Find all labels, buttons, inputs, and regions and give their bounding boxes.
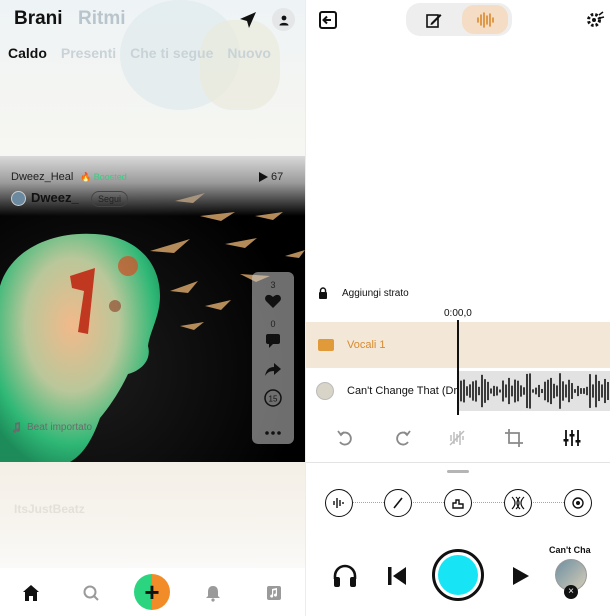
fx-reverb-button[interactable]: [504, 489, 532, 517]
like-count: 3: [270, 280, 276, 290]
timecode: 0:00,0: [444, 308, 472, 319]
redo-icon[interactable]: [393, 428, 413, 448]
track-label: Can't Change That (Dr...: [347, 385, 466, 397]
tab-che-ti-segue[interactable]: Che ti segue: [130, 45, 213, 61]
fx-autotune-button[interactable]: [384, 489, 412, 517]
boosted-label: Boosted: [93, 172, 127, 182]
track-waveform[interactable]: [459, 371, 610, 411]
play-icon: [259, 172, 268, 182]
close-icon[interactable]: ×: [564, 585, 578, 599]
feed-tabs: Caldo Presenti Che ti segue Nuovo: [8, 45, 271, 61]
fx-eq-button[interactable]: [325, 489, 353, 517]
background-blob: [200, 20, 280, 110]
undo-icon[interactable]: [335, 428, 355, 448]
studio-pane: Aggiungi strato 0:00,0 Vocali 1 Can't Ch…: [305, 0, 610, 616]
play-count-value: 67: [271, 171, 284, 183]
tab-brani[interactable]: Brani: [14, 8, 63, 30]
add-layer-label: Aggiungi strato: [342, 287, 409, 299]
record-icon: [438, 555, 478, 595]
home-icon: [23, 585, 39, 601]
edit-toolbar: [306, 428, 610, 450]
search-icon: [83, 585, 99, 601]
now-playing-title: Can't Cha: [549, 545, 591, 555]
avatar[interactable]: [11, 191, 26, 206]
share-icon[interactable]: [264, 360, 282, 378]
audio-mode-button[interactable]: [462, 5, 508, 34]
bottom-nav: +: [0, 568, 305, 616]
plus-icon: +: [144, 577, 160, 607]
library-icon: [267, 586, 281, 600]
comment-icon[interactable]: [264, 331, 282, 349]
next-post-artist: ItsJustBeatz: [14, 502, 85, 516]
music-note-icon: [12, 422, 21, 433]
transport-bar: ×: [306, 549, 610, 609]
fx-sheet: × Can't Cha: [306, 462, 610, 616]
bell-icon: [206, 586, 220, 602]
target-icon: [572, 497, 584, 509]
track-avatar: [316, 382, 334, 400]
equalizer-icon: [333, 498, 344, 508]
fx-output-button[interactable]: [564, 489, 592, 517]
send-icon[interactable]: [238, 10, 258, 30]
skip-back-icon[interactable]: [384, 563, 410, 589]
waveform-graphic: [460, 373, 609, 409]
sheet-handle[interactable]: [447, 470, 469, 473]
lock-icon: [319, 287, 327, 299]
nav-notifications[interactable]: [202, 582, 224, 604]
beat-label-text: Beat importato: [27, 422, 93, 433]
fx-compressor-button[interactable]: [444, 489, 472, 517]
add-layer-button[interactable]: Aggiungi strato: [318, 287, 409, 299]
headphones-icon[interactable]: [332, 563, 358, 589]
tab-presenti[interactable]: Presenti: [61, 45, 116, 61]
mode-switch: [406, 3, 512, 36]
boosted-badge: 🔥 Boosted: [80, 172, 127, 182]
lyrics-mode-button[interactable]: [416, 9, 452, 31]
nav-home[interactable]: [20, 582, 42, 604]
reverb-icon: [511, 496, 525, 510]
tab-nuovo[interactable]: Nuovo: [227, 45, 271, 61]
beat-label: Beat importato: [12, 422, 92, 433]
remix-icon[interactable]: 15: [263, 388, 283, 408]
tab-ritmi[interactable]: Ritmi: [78, 8, 126, 30]
feed-pane: Brani Ritmi Caldo Presenti Che ti segue …: [0, 0, 305, 616]
play-count: 67: [259, 171, 283, 183]
post-card[interactable]: Dweez_Heal 🔥 Boosted 67 Dweez_ Segui 3 0: [0, 156, 305, 462]
slash-icon: [393, 497, 403, 509]
post-display-name[interactable]: Dweez_: [31, 190, 79, 205]
remix-count: 15: [269, 395, 278, 404]
playhead[interactable]: [457, 320, 459, 415]
tape-icon: [318, 339, 334, 351]
play-icon[interactable]: [507, 563, 533, 589]
split-icon[interactable]: [447, 428, 467, 448]
heart-icon[interactable]: [264, 292, 282, 310]
action-rail: 3 0 15: [252, 272, 294, 444]
waveform-icon: [477, 11, 494, 28]
pen-icon: [426, 14, 442, 28]
gear-icon[interactable]: [585, 10, 605, 30]
profile-button[interactable]: [272, 8, 295, 31]
track-label: Vocali 1: [347, 339, 386, 351]
record-button[interactable]: [432, 549, 484, 601]
create-button[interactable]: +: [134, 574, 170, 610]
more-icon[interactable]: [264, 424, 282, 442]
nav-library[interactable]: [263, 582, 285, 604]
exit-icon[interactable]: [318, 10, 338, 30]
post-username[interactable]: Dweez_Heal: [11, 171, 73, 183]
comment-count: 0: [270, 319, 276, 329]
nav-search[interactable]: [80, 582, 102, 604]
mixer-icon[interactable]: [562, 428, 582, 448]
post-header: [0, 156, 305, 216]
follow-button[interactable]: Segui: [91, 191, 129, 207]
tab-caldo[interactable]: Caldo: [8, 45, 47, 61]
meter-icon: [452, 499, 464, 509]
next-post-background: ItsJustBeatz: [0, 462, 305, 568]
crop-icon[interactable]: [504, 428, 524, 448]
user-icon: [279, 15, 288, 25]
